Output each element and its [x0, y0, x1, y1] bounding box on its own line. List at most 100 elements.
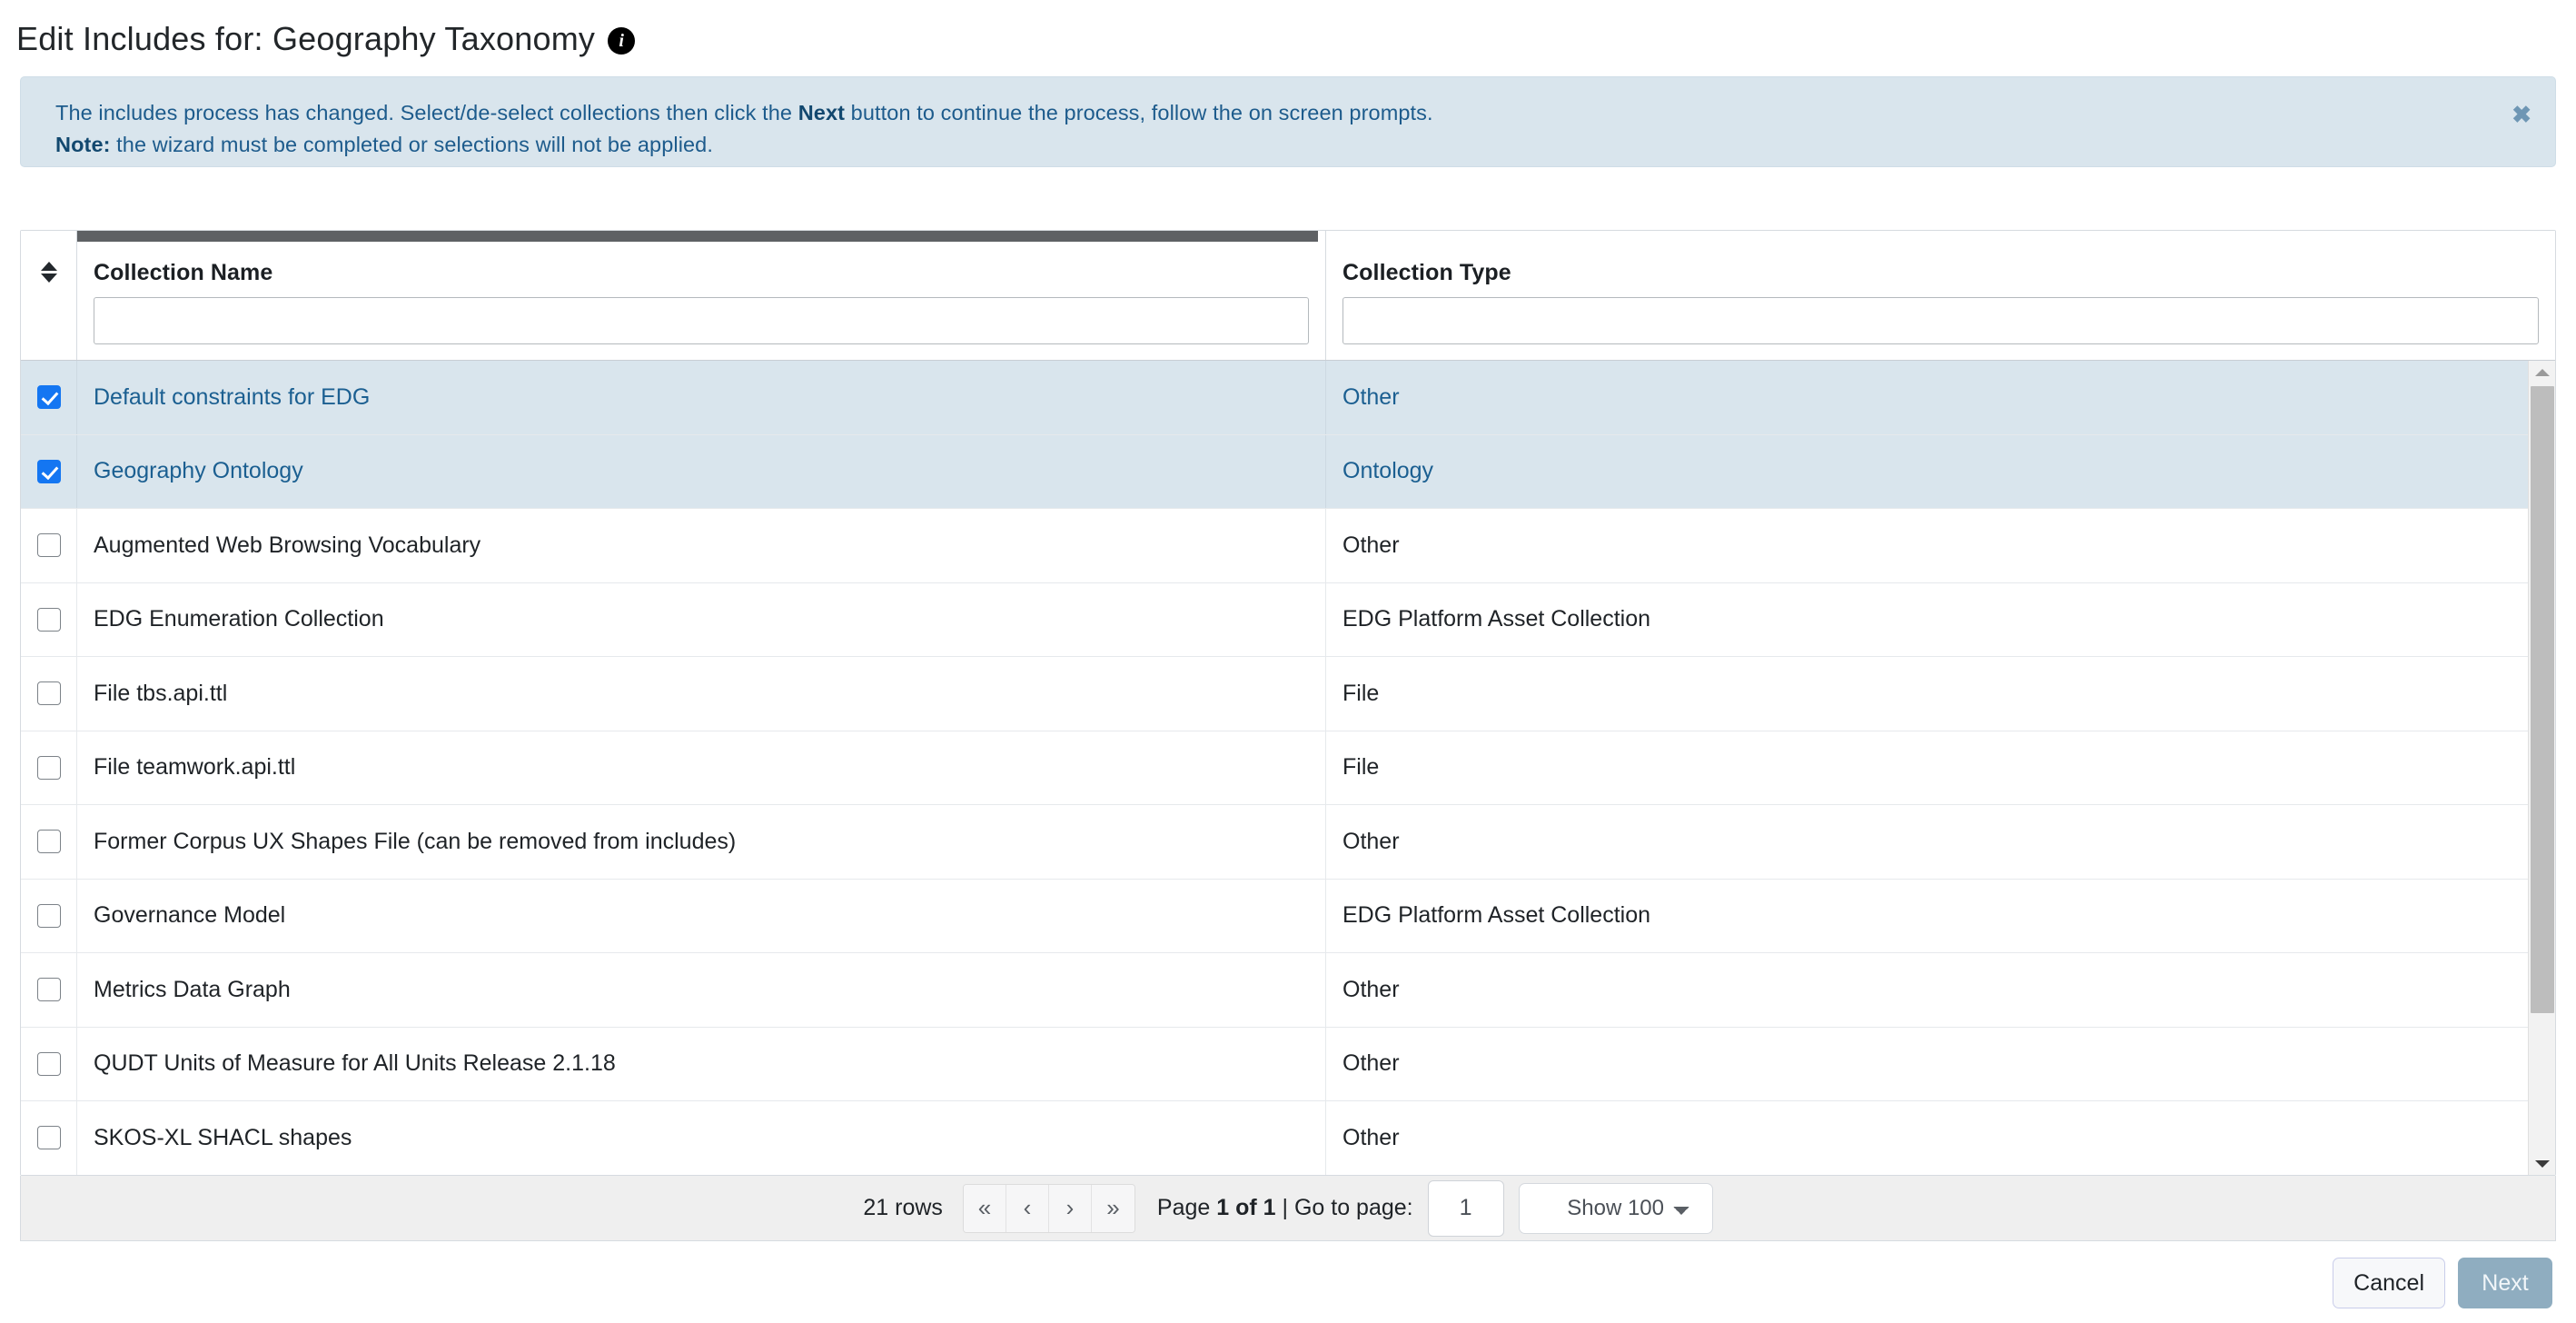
alert-line-1: The includes process has changed. Select…: [55, 97, 2492, 129]
collection-type-cell[interactable]: Other: [1326, 1101, 2555, 1175]
page-size-select[interactable]: Show 100: [1518, 1182, 1713, 1234]
collection-type-filter-input[interactable]: [1342, 297, 2539, 344]
collection-name-cell[interactable]: Augmented Web Browsing Vocabulary: [77, 509, 1326, 582]
alert-line1-part2: button to continue the process, follow t…: [845, 101, 1433, 124]
table-row[interactable]: Former Corpus UX Shapes File (can be rem…: [21, 805, 2555, 880]
row-checkbox[interactable]: [36, 459, 61, 483]
collection-name-cell[interactable]: File tbs.api.ttl: [77, 657, 1326, 731]
page-title: Edit Includes for: Geography Taxonomy: [16, 20, 596, 57]
collection-name-cell[interactable]: SKOS-XL SHACL shapes: [77, 1101, 1326, 1175]
row-select-cell: [21, 805, 77, 879]
page-indicator: Page 1 of 1 | Go to page:: [1156, 1195, 1413, 1220]
collection-name-cell[interactable]: Governance Model: [77, 879, 1326, 952]
collection-type-cell[interactable]: File: [1326, 657, 2555, 731]
select-column-header: [21, 231, 77, 360]
collection-type-cell[interactable]: Other: [1326, 805, 2555, 879]
alert-note-text: the wizard must be completed or selectio…: [110, 132, 713, 156]
collection-type-cell[interactable]: Other: [1326, 953, 2555, 1027]
row-checkbox[interactable]: [36, 1126, 61, 1150]
alert-line-2: Note: the wizard must be completed or se…: [55, 129, 2492, 161]
table-row[interactable]: Augmented Web Browsing Vocabulary Other: [21, 509, 2555, 583]
sort-ascending-icon: [40, 261, 57, 271]
collection-name-cell[interactable]: EDG Enumeration Collection: [77, 582, 1326, 656]
pagination-nav-group: « ‹ › »: [962, 1183, 1135, 1233]
collection-name-cell[interactable]: Default constraints for EDG: [77, 361, 1326, 434]
collection-type-cell[interactable]: File: [1326, 731, 2555, 805]
page-header: Edit Includes for: Geography Taxonomy i: [0, 0, 2576, 64]
collection-type-cell[interactable]: Other: [1326, 361, 2555, 434]
row-select-cell: [21, 953, 77, 1027]
table-row[interactable]: File tbs.api.ttl File: [21, 657, 2555, 731]
table-row[interactable]: QUDT Units of Measure for All Units Rele…: [21, 1027, 2555, 1101]
table-body: Default constraints for EDG Other Geograph…: [21, 361, 2555, 1175]
table-row[interactable]: Governance Model EDG Platform Asset Colle…: [21, 879, 2555, 953]
row-select-cell: [21, 879, 77, 952]
row-checkbox[interactable]: [36, 903, 61, 928]
scroll-down-icon[interactable]: [2529, 1152, 2555, 1175]
scrollbar-thumb[interactable]: [2531, 386, 2554, 1013]
last-page-button[interactable]: »: [1091, 1184, 1134, 1232]
collection-type-label: Collection Type: [1342, 260, 1511, 285]
row-select-cell: [21, 509, 77, 582]
column-resize-handle[interactable]: [77, 231, 1318, 242]
collection-type-cell[interactable]: Other: [1326, 1028, 2555, 1101]
collection-name-cell[interactable]: Former Corpus UX Shapes File (can be rem…: [77, 805, 1326, 879]
collection-type-column-header: Collection Type: [1326, 231, 2555, 360]
alert-next-keyword: Next: [798, 101, 846, 124]
page-current: 1 of 1: [1216, 1195, 1276, 1220]
row-select-cell: [21, 1027, 77, 1100]
row-checkbox[interactable]: [36, 830, 61, 854]
collections-table: Collection Name Collection Type Default …: [20, 230, 2556, 1176]
next-page-button[interactable]: ›: [1048, 1184, 1092, 1232]
collection-name-cell[interactable]: Metrics Data Graph: [77, 953, 1326, 1027]
info-icon[interactable]: i: [608, 27, 636, 55]
table-row[interactable]: File teamwork.api.ttl File: [21, 731, 2555, 805]
row-checkbox[interactable]: [36, 1051, 61, 1076]
sort-descending-icon: [40, 273, 57, 283]
table-header-row: Collection Name Collection Type: [21, 231, 2555, 361]
edit-includes-page: Edit Includes for: Geography Taxonomy i …: [0, 0, 2576, 1323]
alert-note-keyword: Note:: [55, 132, 111, 156]
info-alert: The includes process has changed. Select…: [20, 76, 2556, 167]
row-checkbox[interactable]: [36, 978, 61, 1002]
table-row[interactable]: SKOS-XL SHACL shapes Other: [21, 1101, 2555, 1175]
scroll-up-icon[interactable]: [2529, 361, 2555, 384]
table-row[interactable]: Default constraints for EDG Other: [21, 361, 2555, 435]
dialog-actions: Cancel Next: [2333, 1258, 2552, 1308]
close-icon[interactable]: ✖: [2512, 103, 2531, 126]
table-rows: Default constraints for EDG Other Geograph…: [21, 361, 2555, 1175]
vertical-scrollbar[interactable]: [2528, 361, 2555, 1175]
row-checkbox[interactable]: [36, 755, 61, 780]
row-checkbox[interactable]: [36, 607, 61, 632]
table-row[interactable]: EDG Enumeration Collection EDG Platform A…: [21, 582, 2555, 657]
collection-name-filter-input[interactable]: [94, 297, 1309, 344]
collection-name-label: Collection Name: [94, 260, 273, 285]
row-select-cell: [21, 657, 77, 731]
row-checkbox[interactable]: [36, 385, 61, 410]
row-checkbox[interactable]: [36, 533, 61, 558]
cancel-button[interactable]: Cancel: [2333, 1258, 2445, 1308]
table-row[interactable]: Metrics Data Graph Other: [21, 953, 2555, 1028]
collection-type-cell[interactable]: EDG Platform Asset Collection: [1326, 583, 2555, 657]
collection-name-cell[interactable]: QUDT Units of Measure for All Units Rele…: [77, 1027, 1326, 1100]
row-checkbox[interactable]: [36, 681, 61, 706]
pagination-bar: 21 rows « ‹ › » Page 1 of 1 | Go to page…: [20, 1176, 2556, 1241]
next-button[interactable]: Next: [2458, 1258, 2552, 1308]
row-select-cell: [21, 582, 77, 656]
row-select-cell: [21, 731, 77, 804]
sort-toggle-icon[interactable]: [40, 258, 58, 285]
collection-name-cell[interactable]: Geography Ontology: [77, 434, 1326, 508]
first-page-button[interactable]: «: [963, 1184, 1006, 1232]
table-row[interactable]: Geography Ontology Ontology: [21, 434, 2555, 509]
alert-line1-part1: The includes process has changed. Select…: [55, 101, 798, 124]
collection-type-cell[interactable]: EDG Platform Asset Collection: [1326, 880, 2555, 953]
previous-page-button[interactable]: ‹: [1006, 1184, 1049, 1232]
row-select-cell: [21, 1101, 77, 1175]
goto-page-input[interactable]: [1427, 1179, 1504, 1237]
row-count-label: 21 rows: [863, 1195, 943, 1220]
collection-type-cell[interactable]: Ontology: [1326, 435, 2555, 509]
collection-type-cell[interactable]: Other: [1326, 509, 2555, 582]
row-select-cell: [21, 434, 77, 508]
collection-name-cell[interactable]: File teamwork.api.ttl: [77, 731, 1326, 804]
row-select-cell: [21, 361, 77, 434]
